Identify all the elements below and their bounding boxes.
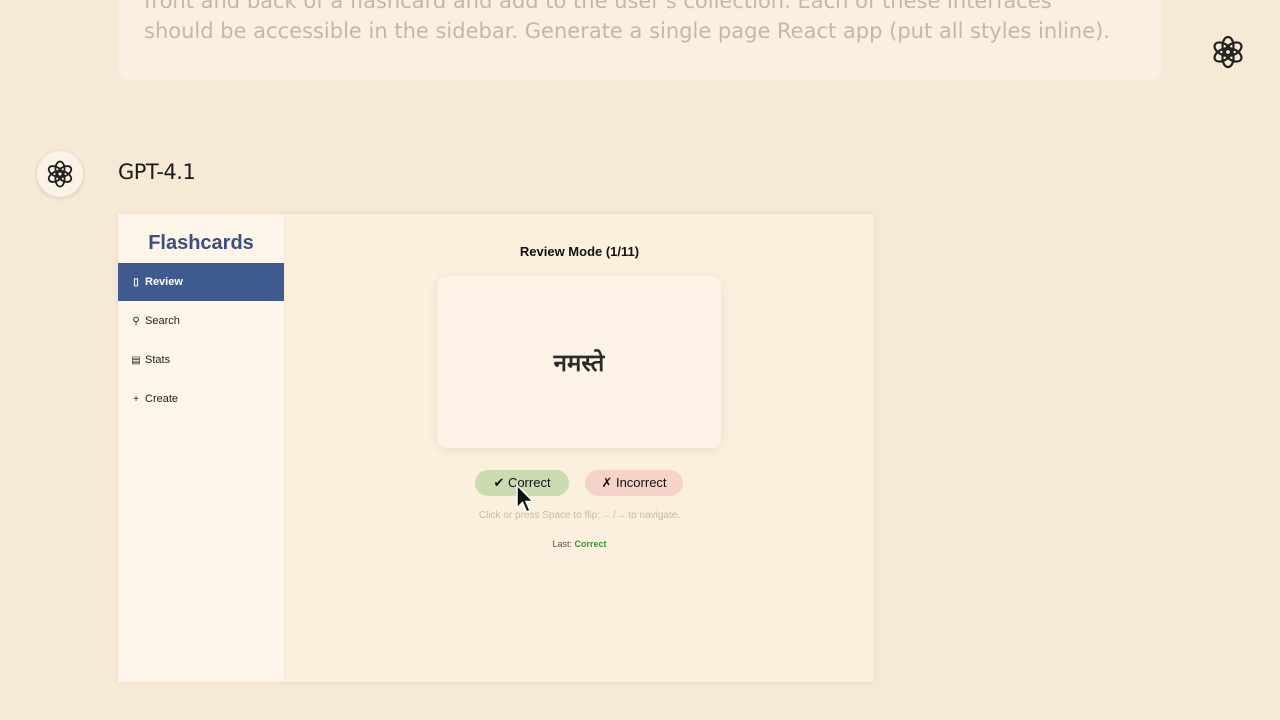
last-result-label: Last: [552, 539, 575, 549]
sidebar-item-label: Stats [145, 354, 171, 366]
sidebar-item-create[interactable]: + Create [118, 380, 284, 418]
phone-icon: ▯ [133, 276, 139, 288]
sidebar-title: Flashcards [148, 232, 254, 254]
openai-logo-icon [47, 160, 73, 188]
prompt-line-2: should be accessible in the sidebar. Gen… [144, 19, 1110, 43]
last-result-value: Correct [574, 539, 607, 549]
prompt-line-1: front and back of a flashcard and add to… [144, 0, 1052, 13]
model-name: GPT-4.1 [118, 160, 196, 184]
flashcard-front-text: नमस्ते [553, 348, 605, 377]
flashcards-app: Flashcards ▯ Review ⚲ Search ▤ Stats + C… [118, 214, 874, 682]
keyboard-hint: Click or press Space to flip; ←/→ to nav… [478, 510, 681, 521]
review-title: Review Mode (1/11) [519, 244, 640, 259]
user-prompt-text: front and back of a flashcard and add to… [144, 0, 1144, 46]
openai-logo-icon [1213, 35, 1243, 69]
review-panel: Review Mode (1/11) नमस्ते ✔ Correct ✗ In… [285, 214, 874, 682]
plus-icon: + [133, 393, 139, 405]
incorrect-button[interactable]: ✗ Incorrect [585, 470, 683, 496]
magnifier-icon: ⚲ [132, 315, 140, 327]
sidebar-item-review[interactable]: ▯ Review [118, 263, 284, 301]
sidebar-item-label: Search [145, 315, 180, 327]
sidebar-item-search[interactable]: ⚲ Search [118, 302, 284, 340]
user-prompt-box: front and back of a flashcard and add to… [118, 0, 1162, 80]
sidebar-item-label: Review [145, 276, 183, 288]
sidebar: Flashcards ▯ Review ⚲ Search ▤ Stats + C… [118, 214, 285, 682]
last-result: Last: Correct [285, 539, 874, 549]
sidebar-item-stats[interactable]: ▤ Stats [118, 341, 284, 379]
sidebar-item-label: Create [145, 393, 179, 405]
flashcard[interactable]: नमस्ते [437, 276, 721, 448]
chart-icon: ▤ [131, 354, 141, 366]
model-avatar [37, 151, 83, 197]
mouse-pointer-icon [516, 484, 535, 513]
